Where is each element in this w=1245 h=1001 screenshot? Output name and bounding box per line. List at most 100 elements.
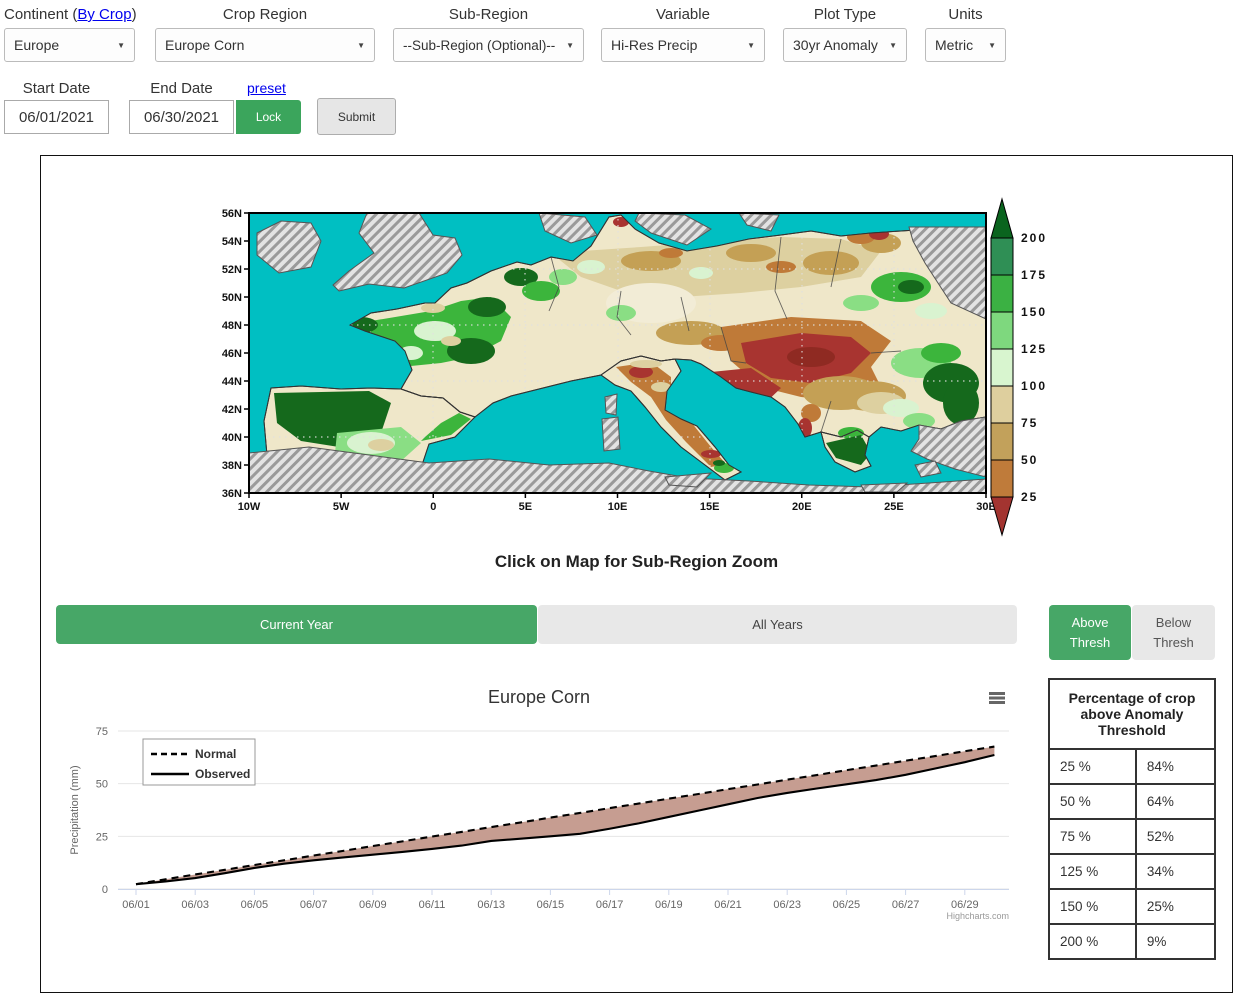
- chevron-down-icon: ▼: [889, 41, 897, 50]
- svg-text:10W: 10W: [238, 501, 261, 513]
- svg-text:56N: 56N: [222, 208, 242, 220]
- map-colorbar: 200175150125100755025: [991, 199, 1047, 535]
- by-crop-link[interactable]: By Crop: [77, 6, 131, 23]
- svg-text:0: 0: [430, 501, 436, 513]
- svg-text:48N: 48N: [222, 320, 242, 332]
- svg-text:10E: 10E: [608, 501, 628, 513]
- svg-text:5E: 5E: [519, 501, 532, 513]
- svg-text:06/01: 06/01: [122, 899, 150, 911]
- svg-text:06/29: 06/29: [951, 899, 979, 911]
- units-value: Metric: [935, 37, 973, 53]
- percentage-cell: 84%: [1136, 749, 1215, 784]
- above-thresh-button[interactable]: Above Thresh: [1049, 605, 1131, 660]
- plot-type-label: Plot Type: [783, 6, 907, 23]
- continent-value: Europe: [14, 37, 59, 53]
- svg-text:75: 75: [1021, 416, 1038, 430]
- crop-region-label: Crop Region: [155, 6, 375, 23]
- svg-text:40N: 40N: [222, 432, 242, 444]
- table-row: 150 %25%: [1049, 889, 1215, 924]
- table-row: 25 %84%: [1049, 749, 1215, 784]
- svg-text:175: 175: [1021, 268, 1047, 282]
- chevron-down-icon: ▼: [747, 41, 755, 50]
- svg-text:06/07: 06/07: [300, 899, 328, 911]
- svg-text:06/27: 06/27: [892, 899, 920, 911]
- continent-label-text: Continent (: [4, 6, 77, 23]
- map-lon-axis-labels: 10W5W05E10E15E20E25E30E: [238, 493, 996, 513]
- map-caption: Click on Map for Sub-Region Zoom: [41, 552, 1232, 572]
- svg-text:25: 25: [96, 831, 108, 843]
- variable-select[interactable]: Hi-Res Precip ▼: [601, 28, 765, 62]
- svg-text:06/19: 06/19: [655, 899, 683, 911]
- units-group: Units Metric▼: [925, 6, 1006, 62]
- svg-text:25E: 25E: [884, 501, 904, 513]
- svg-text:06/15: 06/15: [537, 899, 565, 911]
- svg-text:54N: 54N: [222, 236, 242, 248]
- variable-group: Variable Hi-Res Precip ▼: [601, 6, 765, 62]
- submit-button[interactable]: Submit: [317, 98, 396, 135]
- end-date-label: End Date: [129, 80, 234, 97]
- tab-all-years[interactable]: All Years: [538, 605, 1017, 644]
- svg-text:75: 75: [96, 726, 108, 738]
- svg-text:100: 100: [1021, 379, 1047, 393]
- variable-value: Hi-Res Precip: [611, 37, 697, 53]
- table-row: 200 %9%: [1049, 924, 1215, 959]
- anomaly-map[interactable]: 56N54N52N50N48N46N44N42N40N38N36N 10W5W0…: [219, 191, 1059, 541]
- sub-region-label: Sub-Region: [393, 6, 584, 23]
- below-thresh-label: Below Thresh: [1146, 613, 1202, 652]
- svg-text:06/23: 06/23: [773, 899, 801, 911]
- chart-credit: Highcharts.com: [946, 911, 1009, 921]
- svg-text:36N: 36N: [222, 488, 242, 500]
- percentage-cell: 64%: [1136, 784, 1215, 819]
- map-lat-axis-labels: 56N54N52N50N48N46N44N42N40N38N36N: [222, 208, 249, 500]
- svg-text:0: 0: [102, 884, 108, 896]
- end-date-input[interactable]: [129, 100, 234, 134]
- units-select[interactable]: Metric▼: [925, 28, 1006, 62]
- start-date-input[interactable]: [4, 100, 109, 134]
- svg-text:Observed: Observed: [195, 767, 250, 781]
- crop-region-value: Europe Corn: [165, 37, 244, 53]
- continent-select[interactable]: Europe ▼: [4, 28, 135, 62]
- percentage-cell: 52%: [1136, 819, 1215, 854]
- svg-text:50: 50: [1021, 453, 1038, 467]
- plot-type-select[interactable]: 30yr Anomaly ▼: [783, 28, 907, 62]
- svg-text:50: 50: [96, 779, 108, 791]
- crop-region-select[interactable]: Europe Corn▼: [155, 28, 375, 62]
- y-axis-title: Precipitation (mm): [69, 765, 81, 854]
- svg-text:52N: 52N: [222, 264, 242, 276]
- svg-text:06/03: 06/03: [181, 899, 209, 911]
- svg-text:15E: 15E: [700, 501, 720, 513]
- chart-menu-button[interactable]: [989, 692, 1005, 704]
- chart-title: Europe Corn: [488, 687, 590, 707]
- crop-region-group: Crop Region Europe Corn▼: [155, 6, 375, 62]
- chevron-down-icon: ▼: [117, 41, 125, 50]
- units-label: Units: [925, 6, 1006, 23]
- percentage-cell: 9%: [1136, 924, 1215, 959]
- svg-text:125: 125: [1021, 342, 1047, 356]
- above-thresh-label: Above Thresh: [1062, 613, 1118, 652]
- sub-region-group: Sub-Region --Sub-Region (Optional)--▼: [393, 6, 584, 62]
- below-thresh-button[interactable]: Below Thresh: [1132, 605, 1215, 660]
- preset-link[interactable]: preset: [247, 80, 286, 96]
- threshold-cell: 25 %: [1049, 749, 1136, 784]
- variable-label: Variable: [601, 6, 765, 23]
- svg-text:46N: 46N: [222, 348, 242, 360]
- threshold-cell: 200 %: [1049, 924, 1136, 959]
- svg-text:06/05: 06/05: [241, 899, 269, 911]
- threshold-cell: 50 %: [1049, 784, 1136, 819]
- threshold-cell: 150 %: [1049, 889, 1136, 924]
- chart-legend: NormalObserved: [143, 739, 255, 785]
- svg-text:25: 25: [1021, 490, 1038, 504]
- x-axis-labels: 06/0106/0306/0506/0706/0906/1106/1306/15…: [122, 889, 978, 911]
- plot-type-value: 30yr Anomaly: [793, 37, 878, 53]
- tab-current-year[interactable]: Current Year: [56, 605, 537, 644]
- threshold-table: Percentage of crop above Anomaly Thresho…: [1048, 678, 1216, 960]
- svg-text:06/25: 06/25: [833, 899, 861, 911]
- lock-button[interactable]: Lock: [236, 100, 301, 134]
- sub-region-select[interactable]: --Sub-Region (Optional)--▼: [393, 28, 584, 62]
- table-row: 125 %34%: [1049, 854, 1215, 889]
- svg-text:42N: 42N: [222, 404, 242, 416]
- svg-text:06/17: 06/17: [596, 899, 624, 911]
- sub-region-value: --Sub-Region (Optional)--: [403, 38, 555, 53]
- threshold-cell: 75 %: [1049, 819, 1136, 854]
- svg-text:06/21: 06/21: [714, 899, 742, 911]
